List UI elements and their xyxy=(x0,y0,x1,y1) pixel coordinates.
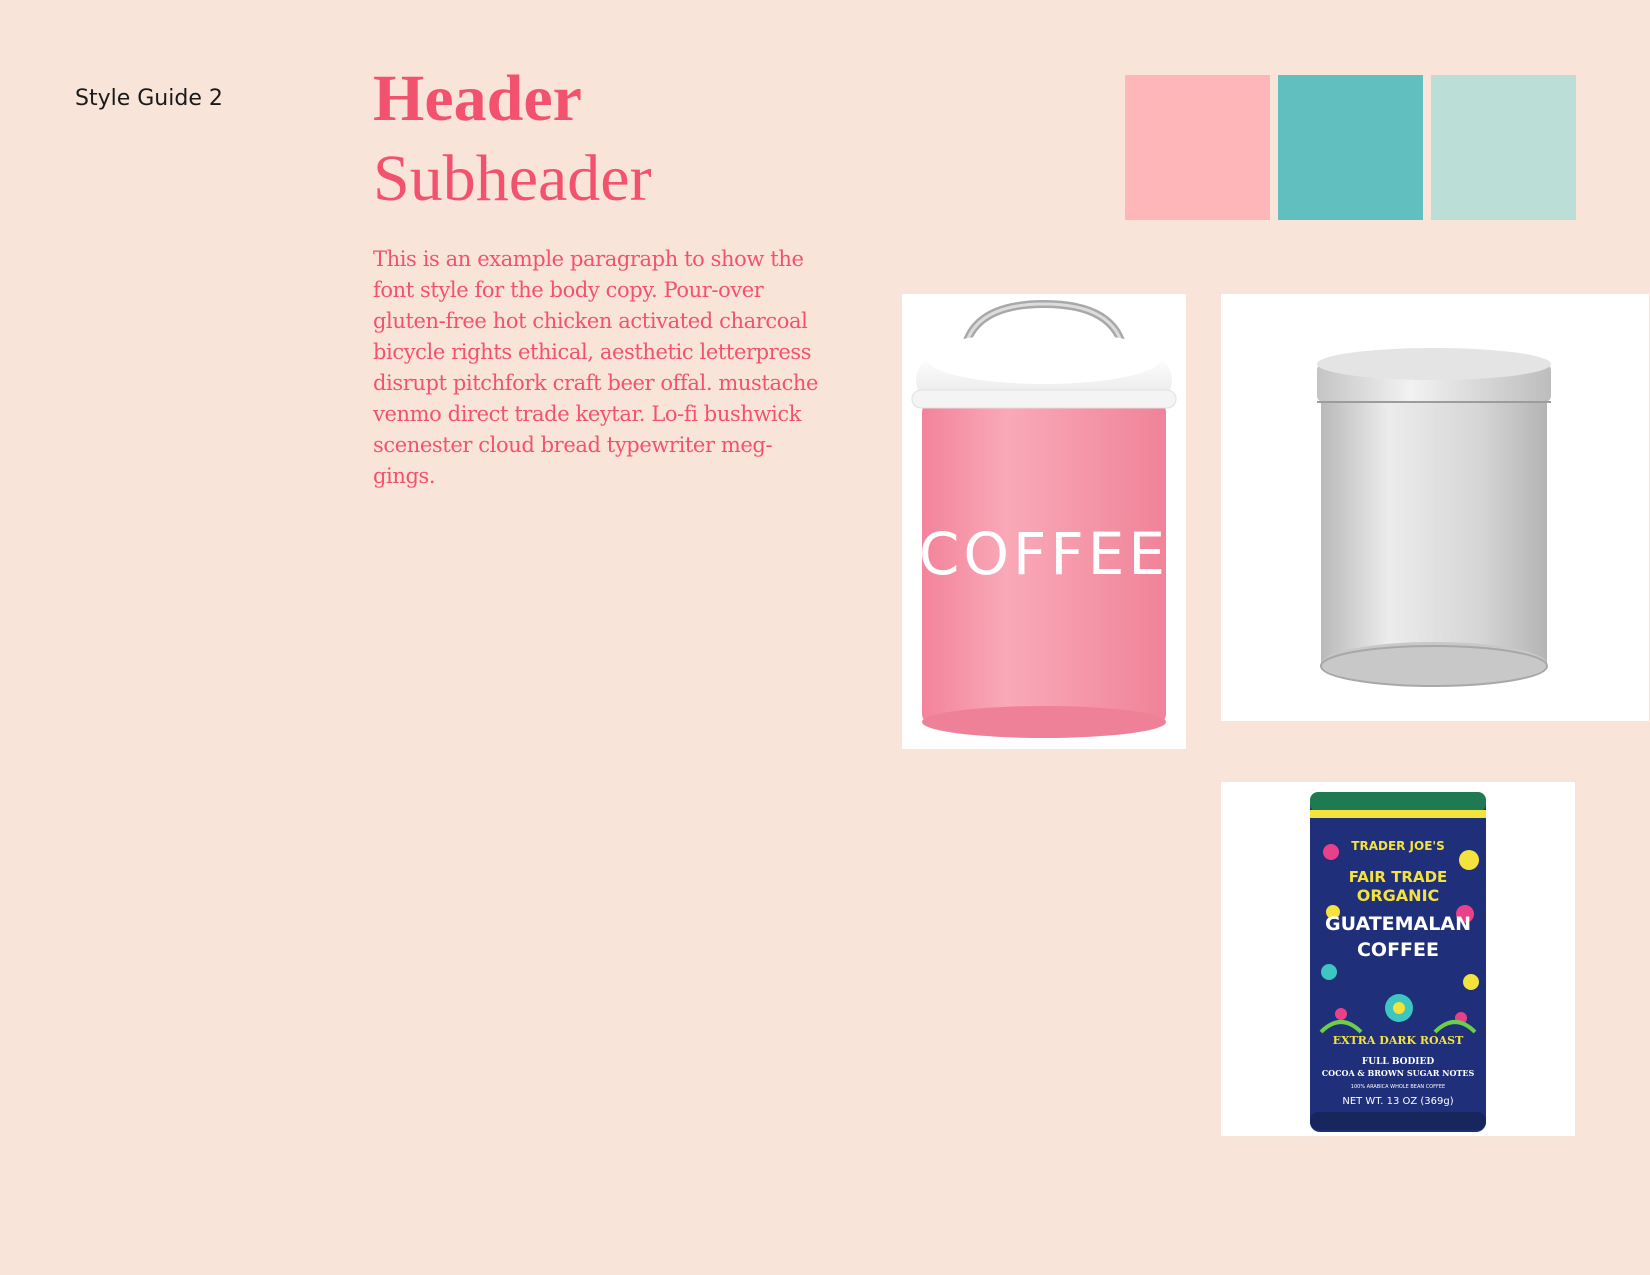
coffee-label-text: COFFEE xyxy=(919,520,1169,588)
can-weight-text: NET WT. 13 OZ (369g) xyxy=(1342,1096,1453,1107)
can-fine-text: 100% ARABICA WHOLE BEAN COFFEE xyxy=(1351,1084,1445,1090)
can-brand-text: TRADER JOE'S xyxy=(1351,839,1444,853)
can-notes1-text: FULL BODIED xyxy=(1362,1057,1435,1067)
silver-tin-image xyxy=(1221,294,1649,721)
pink-coffee-canister-image: COFFEE xyxy=(902,294,1186,749)
header-sample: Header xyxy=(373,62,582,135)
can-notes2-text: COCOA & BROWN SUGAR NOTES xyxy=(1322,1068,1475,1078)
can-line4-text: COFFEE xyxy=(1357,939,1439,961)
can-line3-text: GUATEMALAN xyxy=(1325,913,1471,935)
style-guide-label: Style Guide 2 xyxy=(75,86,223,111)
color-swatch-mint xyxy=(1431,75,1576,220)
can-line2-text: ORGANIC xyxy=(1357,886,1440,905)
guatemalan-coffee-can-image: TRADER JOE'S FAIR TRADE ORGANIC GUATEMAL… xyxy=(1221,782,1575,1136)
can-line1-text: FAIR TRADE xyxy=(1349,868,1448,886)
subheader-sample: Subheader xyxy=(373,142,652,215)
color-swatch-pink xyxy=(1125,75,1270,220)
color-swatch-teal xyxy=(1278,75,1423,220)
can-roast-text: EXTRA DARK ROAST xyxy=(1333,1034,1464,1047)
body-copy-sample: This is an example paragraph to show the… xyxy=(373,247,819,488)
